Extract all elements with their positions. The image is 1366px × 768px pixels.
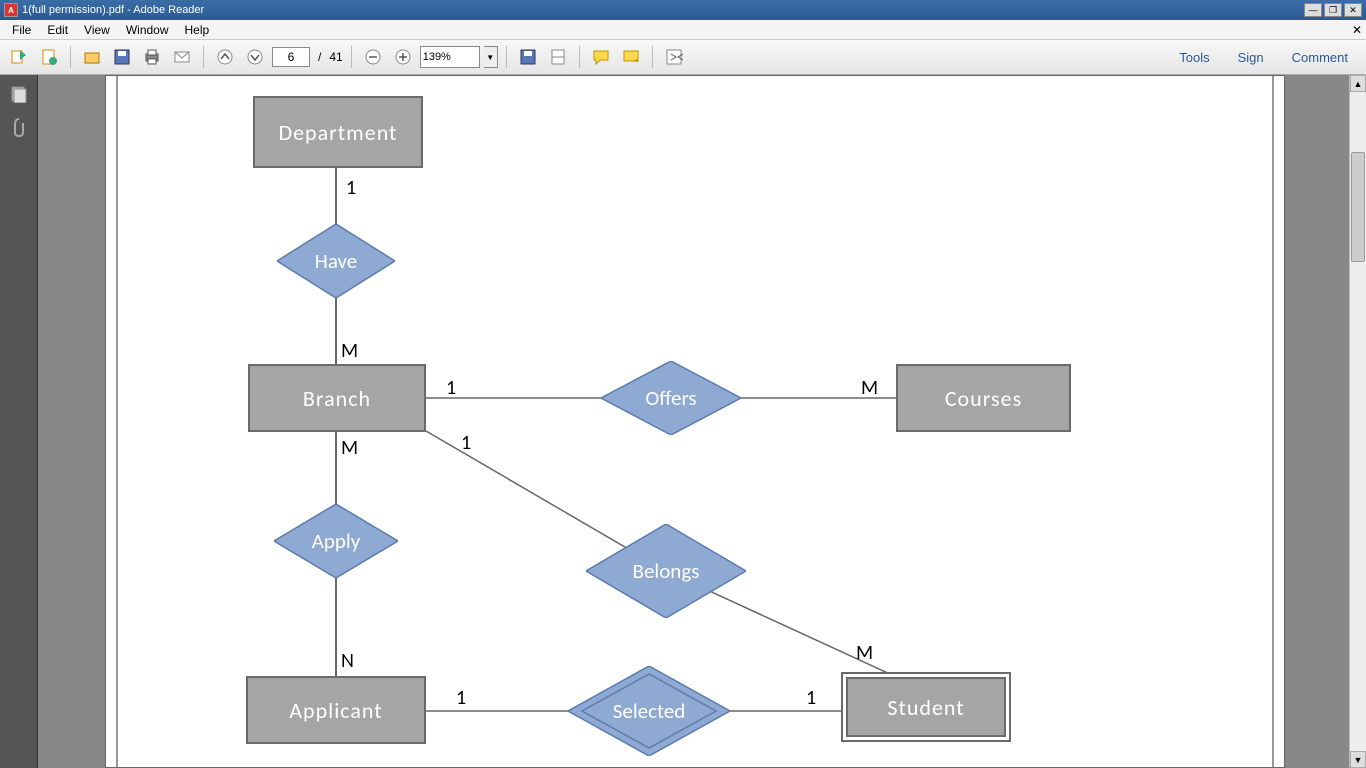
- vertical-scrollbar[interactable]: ▲ ▼: [1349, 75, 1366, 768]
- toolbar-separator: [70, 46, 71, 68]
- zoom-dropdown[interactable]: ▼: [484, 46, 498, 68]
- cardinality: 1: [346, 176, 356, 200]
- window-title: 1(full permission).pdf - Adobe Reader: [22, 4, 1302, 16]
- entity-label: Applicant: [289, 697, 382, 724]
- pdf-icon: A: [4, 3, 18, 17]
- thumbnails-icon[interactable]: [8, 83, 30, 105]
- restore-button[interactable]: ❐: [1324, 3, 1342, 17]
- toolbar-separator: [351, 46, 352, 68]
- page-number-input[interactable]: [272, 47, 310, 67]
- menu-edit[interactable]: Edit: [39, 21, 76, 39]
- toolbar-separator: [506, 46, 507, 68]
- view-mode-button[interactable]: [545, 44, 571, 70]
- cardinality: 1: [461, 431, 471, 455]
- cardinality: 1: [456, 686, 466, 710]
- relationship-offers: Offers: [601, 361, 741, 435]
- relationship-label: Selected: [568, 666, 730, 756]
- save-button[interactable]: [109, 44, 135, 70]
- zoom-in-button[interactable]: [390, 44, 416, 70]
- relationship-label: Apply: [274, 504, 398, 578]
- entity-label: Student: [887, 694, 964, 721]
- toolbar-separator: [652, 46, 653, 68]
- open-button[interactable]: [79, 44, 105, 70]
- entity-label: Department: [279, 119, 398, 146]
- close-document-button[interactable]: ✕: [1352, 23, 1362, 37]
- sign-link[interactable]: Sign: [1226, 46, 1276, 69]
- cardinality: N: [341, 649, 354, 673]
- cardinality: M: [861, 376, 878, 400]
- entity-student: Student: [841, 672, 1011, 742]
- navigation-panel: [0, 75, 38, 768]
- cardinality: 1: [806, 686, 816, 710]
- scroll-down-button[interactable]: ▼: [1350, 751, 1366, 768]
- comment-button[interactable]: [588, 44, 614, 70]
- toolbar-separator: [203, 46, 204, 68]
- highlight-button[interactable]: [618, 44, 644, 70]
- page-up-button[interactable]: [212, 44, 238, 70]
- page-margin: [1272, 76, 1274, 767]
- cardinality: M: [856, 641, 873, 665]
- close-window-button[interactable]: ✕: [1344, 3, 1362, 17]
- page-margin: [116, 76, 118, 767]
- cardinality: M: [341, 339, 358, 363]
- save-toolbar-button[interactable]: [515, 44, 541, 70]
- menu-window[interactable]: Window: [118, 21, 177, 39]
- toolbar-separator: [579, 46, 580, 68]
- menu-file[interactable]: File: [4, 21, 39, 39]
- email-button[interactable]: [169, 44, 195, 70]
- read-mode-button[interactable]: [661, 44, 687, 70]
- entity-label: Branch: [303, 385, 371, 412]
- export-pdf-button[interactable]: [6, 44, 32, 70]
- tools-link[interactable]: Tools: [1167, 46, 1221, 69]
- entity-courses: Courses: [896, 364, 1071, 432]
- page-separator: /: [318, 50, 321, 64]
- page-down-button[interactable]: [242, 44, 268, 70]
- entity-applicant: Applicant: [246, 676, 426, 744]
- minimize-button[interactable]: —: [1304, 3, 1322, 17]
- relationship-selected: Selected: [568, 666, 730, 756]
- entity-label: Courses: [945, 385, 1022, 412]
- toolbar: / 41 ▼ Tools Sign Comment: [0, 40, 1366, 75]
- window-titlebar: A 1(full permission).pdf - Adobe Reader …: [0, 0, 1366, 20]
- comment-link[interactable]: Comment: [1280, 46, 1360, 69]
- relationship-belongs: Belongs: [586, 524, 746, 618]
- relationship-label: Offers: [601, 361, 741, 435]
- zoom-out-button[interactable]: [360, 44, 386, 70]
- entity-department: Department: [253, 96, 423, 168]
- cardinality: 1: [446, 376, 456, 400]
- scrollbar-thumb[interactable]: [1351, 152, 1365, 262]
- menu-view[interactable]: View: [76, 21, 118, 39]
- page-total: 41: [329, 50, 342, 64]
- cardinality: M: [341, 436, 358, 460]
- zoom-input[interactable]: [420, 46, 480, 68]
- relationship-have: Have: [277, 224, 395, 298]
- entity-branch: Branch: [248, 364, 426, 432]
- create-pdf-button[interactable]: [36, 44, 62, 70]
- relationship-apply: Apply: [274, 504, 398, 578]
- print-button[interactable]: [139, 44, 165, 70]
- relationship-label: Have: [277, 224, 395, 298]
- scroll-up-button[interactable]: ▲: [1350, 75, 1366, 92]
- relationship-label: Belongs: [586, 524, 746, 618]
- attachments-icon[interactable]: [8, 117, 30, 139]
- pdf-page: Department Branch Courses Applicant Stud…: [105, 75, 1285, 768]
- document-area[interactable]: Department Branch Courses Applicant Stud…: [38, 75, 1349, 768]
- menu-help[interactable]: Help: [177, 21, 218, 39]
- menubar: File Edit View Window Help ✕: [0, 20, 1366, 40]
- scrollbar-track[interactable]: [1350, 92, 1366, 751]
